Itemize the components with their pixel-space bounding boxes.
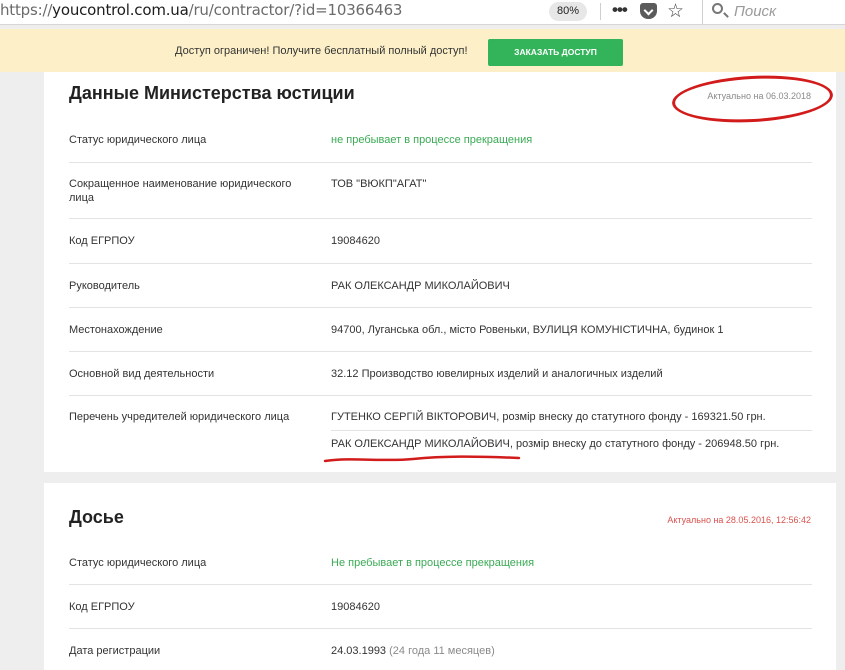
info-row-location: Местонахождение 94700, Луганська обл., м… [69,308,812,352]
row-label: Код ЕГРПОУ [69,235,135,247]
info-row-activity: Основной вид деятельности 32.12 Производ… [69,352,812,396]
row-label: Статус юридического лица [69,134,207,146]
bookmark-star-icon[interactable]: ☆ [667,0,684,23]
address-bar[interactable]: https://youcontrol.com.ua/ru/contractor/… [0,1,402,19]
row-value: 19084620 [331,601,380,613]
row-label: Дата регистрации [69,645,161,657]
dossier-card: Досье Актуально на 28.05.2016, 12:56:42 … [44,483,836,670]
info-row-edrpou: Код ЕГРПОУ 19084620 [69,219,812,264]
row-label: Местонахождение [69,324,163,336]
url-path: /ru/contractor/?id=10366463 [188,1,403,19]
search-placeholder: Поиск [734,3,777,20]
ministry-data-card: Данные Министерства юстиции Актуально на… [44,72,836,472]
info-row-short-name: Сокращенное наименование юридического ли… [69,163,812,219]
row-value: 94700, Луганська обл., місто Ровеньки, В… [331,324,724,336]
row-value: 32.12 Производство ювелирных изделий и а… [331,368,663,380]
toolbar-divider [600,3,601,20]
search-input[interactable]: Поиск [702,0,845,24]
row-label: Сокращенное наименование юридического ли… [69,178,292,204]
registration-date: 24.03.1993 [331,645,387,657]
order-access-button[interactable]: ЗАКАЗАТЬ ДОСТУП [488,39,623,66]
banner-message: Доступ ограничен! Получите бесплатный по… [175,45,468,57]
info-row-status: Статус юридического лица не пребывает в … [69,119,812,163]
actual-date: Актуально на 28.05.2016, 12:56:42 [667,515,811,525]
row-label: Руководитель [69,280,140,292]
row-label: Перечень учредителей юридического лица [69,411,290,423]
info-row-registration-date: Дата регистрации 24.03.1993 (24 года 11 … [69,629,812,670]
section-title: Данные Министерства юстиции [69,83,355,103]
info-row-edrpou: Код ЕГРПОУ 19084620 [69,585,812,629]
section-title: Досье [69,507,124,527]
info-row-status: Статус юридического лица Не пребывает в … [69,540,812,585]
url-prefix: https:// [0,1,53,19]
row-label: Код ЕГРПОУ [69,601,135,613]
row-value: ТОВ "ВЮКП"АГАТ" [331,178,427,190]
row-value: Не пребывает в процессе прекращения [331,557,535,569]
row-label: Основной вид деятельности [69,368,215,380]
founder-item: ГУТЕНКО СЕРГІЙ ВІКТОРОВИЧ, розмір внеску… [331,411,766,423]
pocket-icon[interactable] [640,3,657,19]
annotation-underline [323,455,521,463]
row-value: 19084620 [331,235,380,247]
info-row-founders: Перечень учредителей юридического лица Г… [69,396,812,460]
info-row-director: Руководитель РАК ОЛЕКСАНДР МИКОЛАЙОВИЧ [69,264,812,308]
registration-age: (24 года 11 месяцев) [389,645,495,657]
row-label: Статус юридического лица [69,557,207,569]
more-actions-icon[interactable]: ••• [612,0,628,20]
access-banner: Доступ ограничен! Получите бесплатный по… [0,29,845,72]
founder-item: РАК ОЛЕКСАНДР МИКОЛАЙОВИЧ, розмір внеску… [331,438,780,450]
browser-toolbar: https://youcontrol.com.ua/ru/contractor/… [0,0,845,25]
search-icon [712,3,723,14]
url-host: youcontrol.com.ua [52,1,189,19]
zoom-indicator[interactable]: 80% [549,2,587,21]
row-value: не пребывает в процессе прекращения [331,134,533,146]
row-value: 24.03.1993 (24 года 11 месяцев) [331,644,811,658]
row-value: РАК ОЛЕКСАНДР МИКОЛАЙОВИЧ [331,280,510,292]
